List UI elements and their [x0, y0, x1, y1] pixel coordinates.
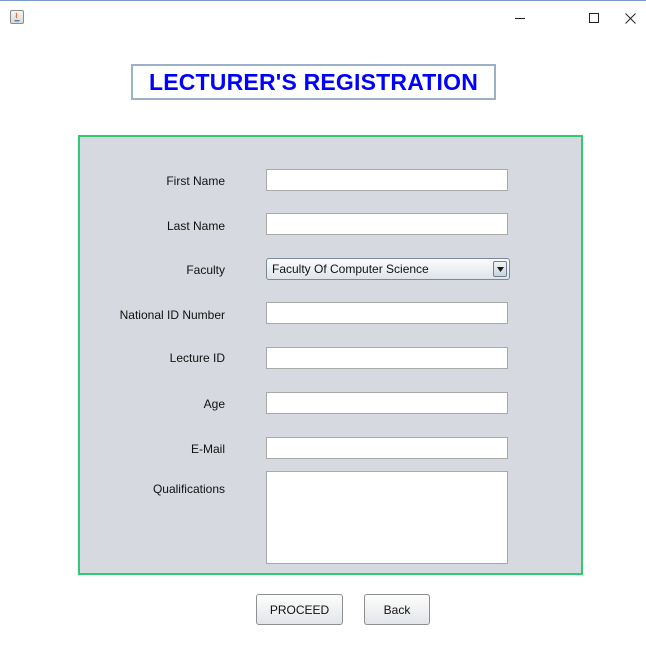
page-title: LECTURER'S REGISTRATION	[131, 64, 496, 100]
national-id-field[interactable]	[266, 302, 508, 324]
close-icon	[624, 12, 636, 24]
faculty-select[interactable]: Faculty Of Computer Science	[266, 258, 510, 280]
age-field[interactable]	[266, 392, 508, 414]
title-bar	[0, 0, 646, 34]
faculty-selected-value: Faculty Of Computer Science	[272, 262, 429, 276]
maximize-button[interactable]	[574, 5, 614, 31]
qualifications-label: Qualifications	[152, 482, 225, 496]
first-name-label: First Name	[166, 174, 225, 188]
last-name-label: Last Name	[166, 219, 225, 233]
chevron-down-icon	[497, 267, 504, 272]
proceed-button[interactable]: PROCEED	[256, 594, 343, 625]
close-button[interactable]	[614, 5, 646, 31]
minimize-button[interactable]	[500, 5, 540, 31]
dropdown-arrow-button[interactable]	[493, 261, 507, 277]
java-app-icon	[10, 10, 24, 24]
qualifications-textarea[interactable]	[266, 471, 508, 564]
lecture-id-field[interactable]	[266, 347, 508, 369]
email-label: E-Mail	[190, 442, 225, 456]
faculty-label: Faculty	[186, 263, 225, 277]
back-button[interactable]: Back	[364, 594, 430, 625]
national-id-label: National ID Number	[119, 308, 225, 322]
last-name-field[interactable]	[266, 213, 508, 235]
email-field[interactable]	[266, 437, 508, 459]
age-label: Age	[203, 397, 225, 411]
lecture-id-label: Lecture ID	[169, 351, 225, 365]
minimize-icon	[515, 18, 525, 19]
first-name-field[interactable]	[266, 169, 508, 191]
maximize-icon	[589, 13, 599, 23]
